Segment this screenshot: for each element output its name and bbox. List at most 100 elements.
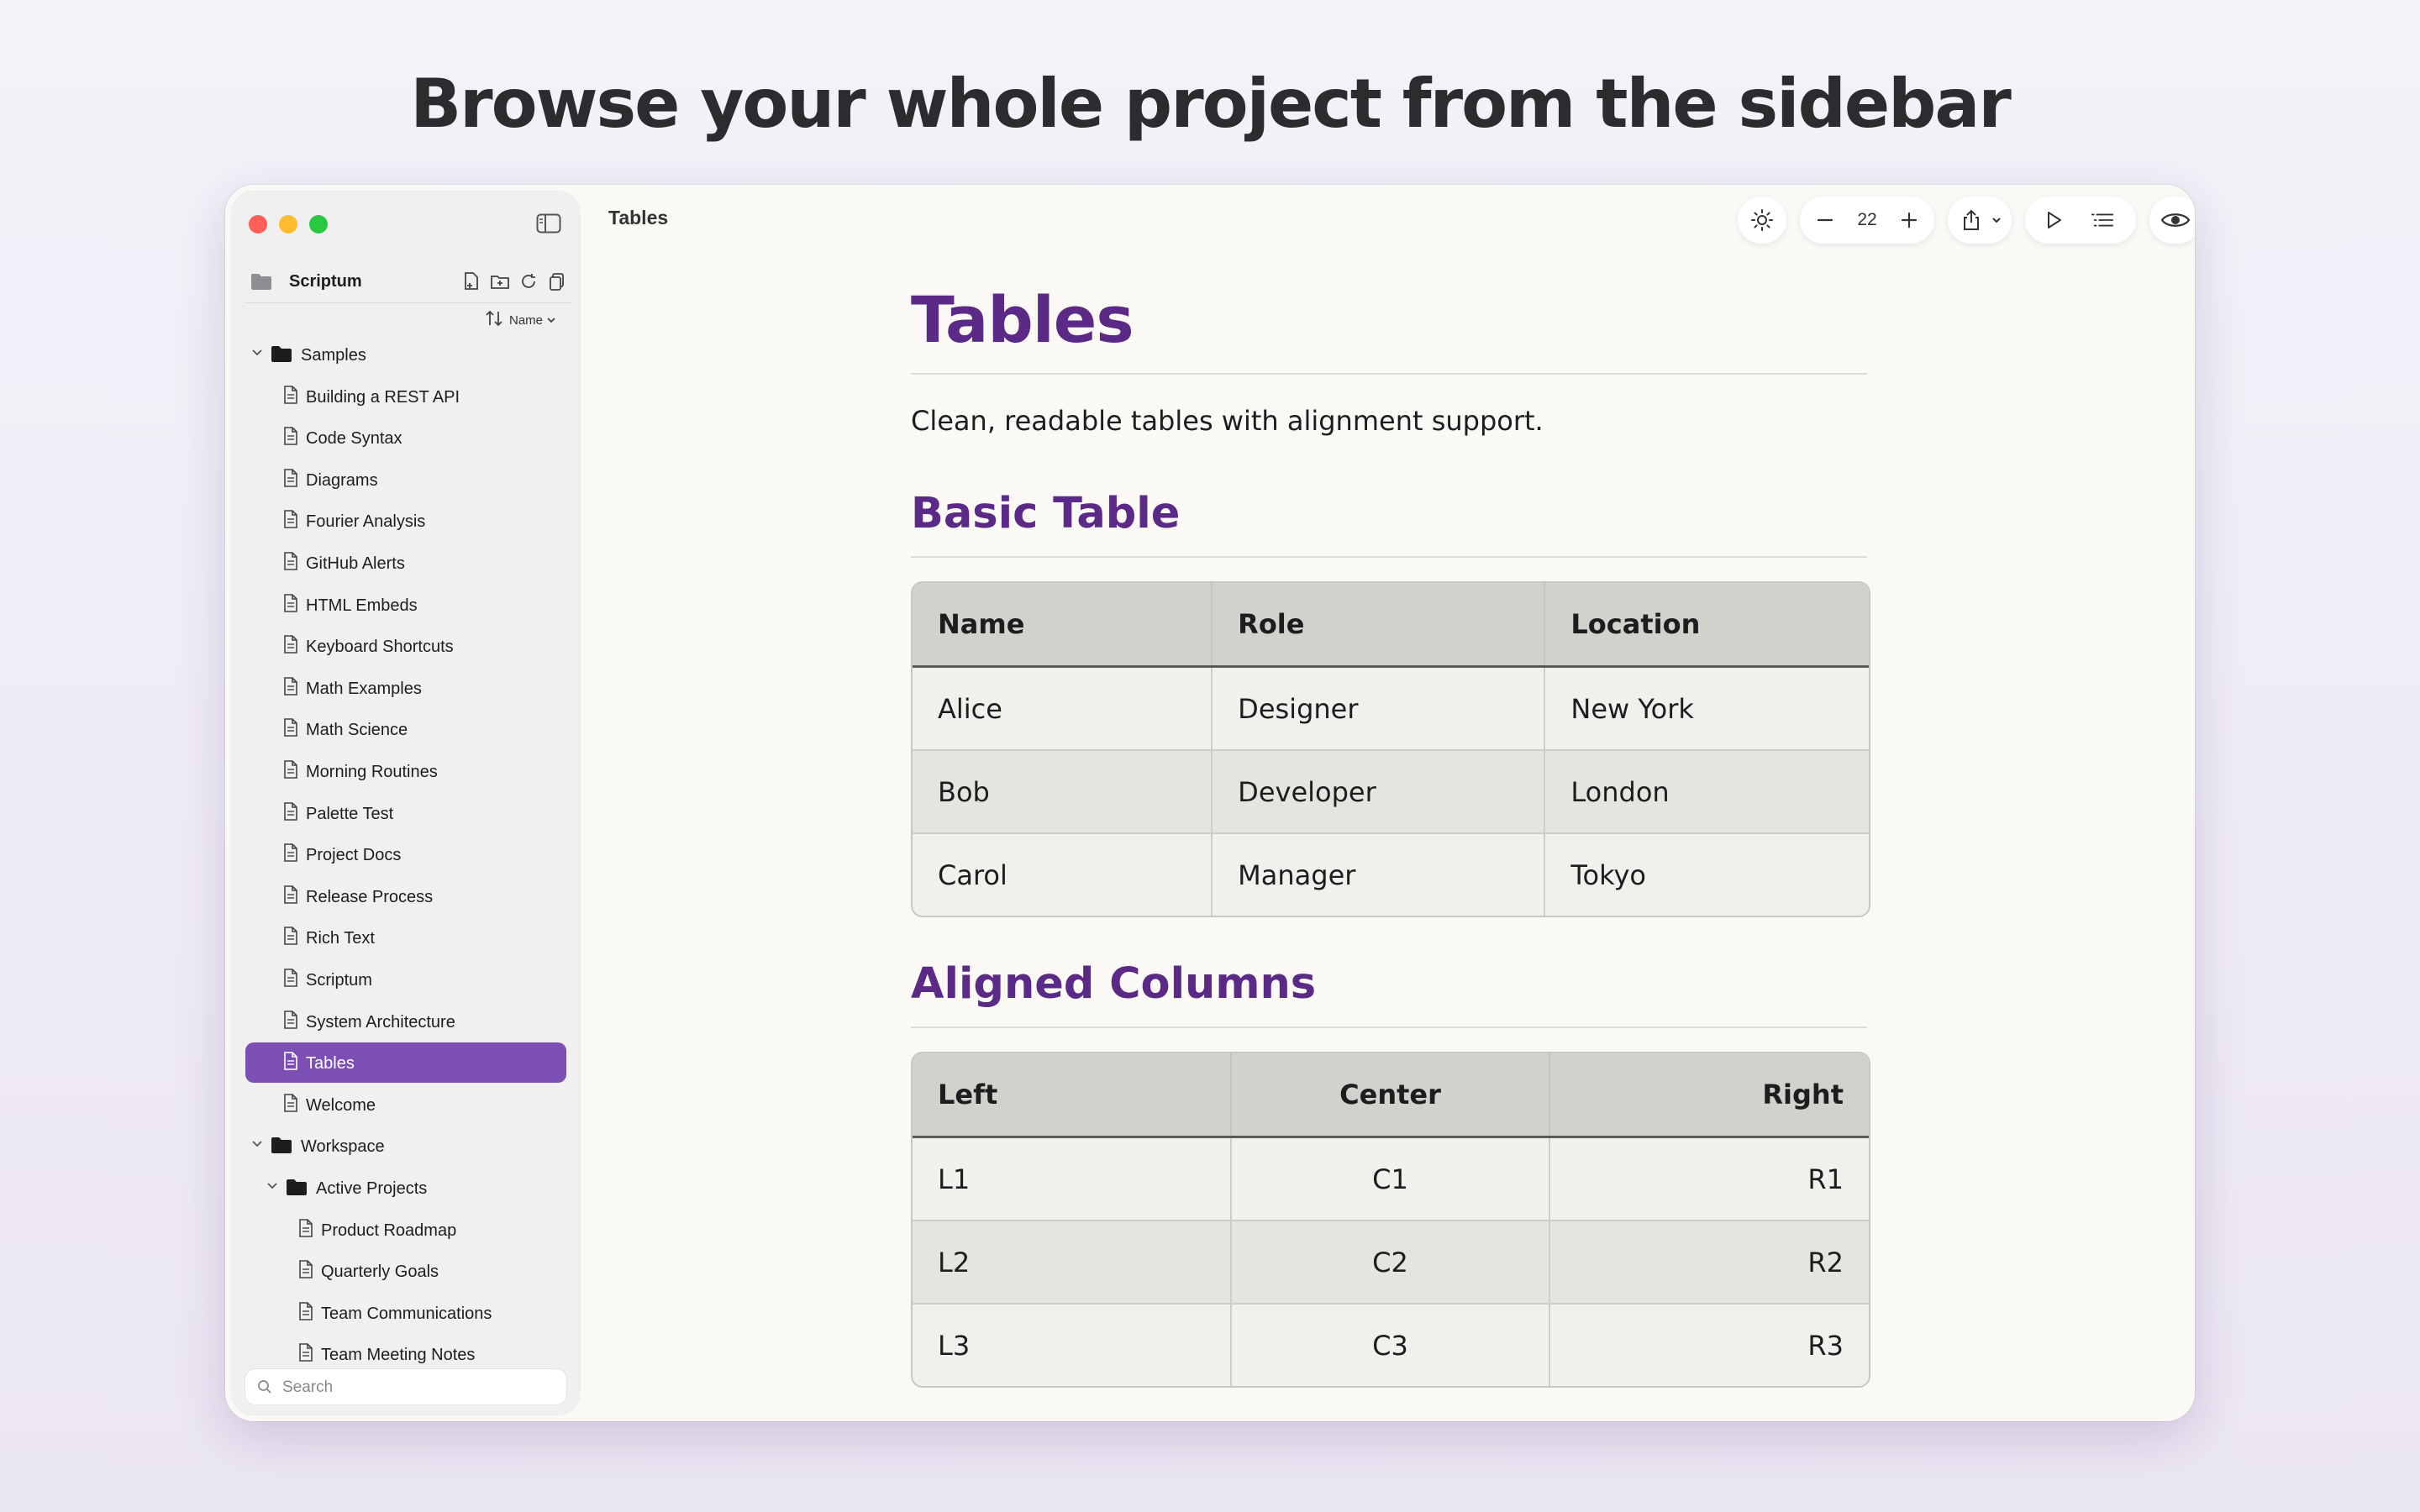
close-window-button[interactable]	[249, 215, 267, 234]
new-file-icon[interactable]	[460, 270, 482, 292]
plus-icon[interactable]	[1897, 208, 1921, 232]
tree-item-label: Code Syntax	[306, 429, 402, 449]
tree-item-label: Team Communications	[321, 1304, 492, 1323]
document-heading: Tables	[911, 282, 1134, 357]
document-icon	[297, 1301, 314, 1326]
tree-item-label: System Architecture	[306, 1012, 455, 1032]
tree-folder[interactable]: Workspace	[232, 1126, 580, 1166]
tree-file[interactable]: Keyboard Shortcuts	[232, 626, 580, 666]
tree-item-label: Welcome	[306, 1095, 376, 1115]
table-row: L2 C2 R2	[913, 1220, 1869, 1304]
tree-item-label: Active Projects	[316, 1179, 428, 1198]
table-row: L3 C3 R3	[913, 1303, 1869, 1386]
project-header[interactable]: Scriptum	[232, 265, 580, 299]
tree-file[interactable]: Product Roadmap	[232, 1210, 580, 1250]
sidebar-toggle-icon[interactable]	[536, 213, 561, 234]
table-cell: R2	[1549, 1220, 1869, 1304]
folder-icon	[286, 1178, 308, 1200]
tree-item-label: Tables	[306, 1054, 355, 1074]
table-cell: C2	[1230, 1220, 1551, 1304]
tree-file[interactable]: Release Process	[232, 876, 580, 916]
chevron-down-icon[interactable]	[266, 1179, 279, 1193]
table-grid: Left Center Right L1 C1 R1 L2 C2 R2 L3 C3 R3	[913, 1053, 1869, 1386]
tree-file[interactable]: Fourier Analysis	[232, 501, 580, 541]
section-rule	[911, 1026, 1867, 1028]
tree-file[interactable]: Math Science	[232, 709, 580, 749]
table-cell: C1	[1230, 1137, 1551, 1221]
search-input[interactable]	[281, 1374, 553, 1401]
tree-item-label: Fourier Analysis	[306, 512, 426, 532]
tree-file[interactable]: Quarterly Goals	[232, 1251, 580, 1291]
document-icon	[282, 509, 299, 533]
tree-file[interactable]: Welcome	[232, 1084, 580, 1125]
chevron-down-icon	[546, 313, 556, 328]
tree-file[interactable]: Morning Routines	[232, 751, 580, 791]
basic-table: Name Role Location Alice Designer New York Bob…	[911, 581, 1870, 917]
chevron-down-icon[interactable]	[250, 1137, 264, 1151]
tree-file[interactable]: Scriptum	[232, 959, 580, 1000]
tree-file[interactable]: Team Communications	[232, 1293, 580, 1333]
aligned-columns-table: Left Center Right L1 C1 R1 L2 C2 R2 L3 C3 R3	[911, 1052, 1870, 1388]
tree-file[interactable]: HTML Embeds	[232, 585, 580, 625]
preview-toggle-button[interactable]	[2149, 197, 2195, 244]
tree-item-label: Release Process	[306, 887, 434, 906]
zoom-window-button[interactable]	[309, 215, 328, 234]
column-header: Left	[913, 1053, 1232, 1138]
tree-folder[interactable]: Samples	[232, 334, 580, 375]
table-cell: Manager	[1212, 832, 1546, 916]
document-icon	[297, 1218, 314, 1242]
tree-item-label: Rich Text	[306, 929, 375, 948]
copy-icon[interactable]	[546, 270, 568, 292]
headline: Browse your whole project from the sideb…	[410, 65, 2012, 143]
theme-toggle-button[interactable]	[1738, 197, 1786, 244]
tree-file[interactable]: Tables	[232, 1042, 580, 1084]
column-header: Name	[913, 583, 1213, 668]
tree-file[interactable]: System Architecture	[232, 1001, 580, 1042]
chevron-down-icon[interactable]	[250, 346, 264, 360]
play-icon[interactable]	[2042, 208, 2065, 232]
intro-paragraph: Clean, readable tables with alignment su…	[911, 405, 1544, 437]
column-header: Role	[1212, 583, 1546, 668]
outline-icon[interactable]	[2091, 208, 2114, 232]
sun-icon	[1750, 208, 1774, 232]
refresh-icon[interactable]	[518, 270, 539, 292]
document-icon	[282, 968, 299, 992]
tree-folder[interactable]: Active Projects	[232, 1168, 580, 1208]
new-folder-icon[interactable]	[489, 270, 511, 292]
search-bar[interactable]	[245, 1369, 566, 1404]
minimize-window-button[interactable]	[279, 215, 297, 234]
document-icon	[282, 551, 299, 575]
share-menu-button[interactable]	[1948, 197, 2012, 244]
document-icon	[282, 385, 299, 409]
section-rule	[911, 556, 1867, 558]
document-icon	[282, 843, 299, 867]
tree-file[interactable]: Code Syntax	[232, 417, 580, 458]
document-icon	[297, 1342, 314, 1367]
table-cell: New York	[1544, 666, 1869, 750]
tree-file[interactable]: GitHub Alerts	[232, 543, 580, 583]
document-icon	[282, 593, 299, 617]
document-icon	[282, 885, 299, 909]
table-cell: London	[1544, 749, 1869, 833]
tree-file[interactable]: Building a REST API	[232, 376, 580, 417]
share-icon	[1960, 208, 1983, 232]
document-icon	[282, 1010, 299, 1034]
table-header-row: Left Center Right	[913, 1053, 1869, 1138]
tree-file[interactable]: Project Docs	[232, 834, 580, 874]
font-size-control: 22	[1800, 197, 1934, 244]
app-window: Scriptum Name Samples Building a REST API…	[225, 185, 2195, 1421]
table-row: Bob Developer London	[913, 749, 1869, 833]
sort-menu[interactable]: Name	[484, 307, 556, 333]
tree-file[interactable]: Palette Test	[232, 793, 580, 833]
document-icon	[282, 1093, 299, 1117]
document-icon	[282, 1051, 299, 1075]
tree-file[interactable]: Diagrams	[232, 459, 580, 500]
minus-icon[interactable]	[1813, 208, 1837, 232]
tree-file[interactable]: Rich Text	[232, 917, 580, 958]
column-header: Location	[1544, 583, 1869, 668]
tree-file[interactable]: Math Examples	[232, 668, 580, 708]
tree-item-label: Keyboard Shortcuts	[306, 638, 454, 657]
column-header: Center	[1230, 1053, 1551, 1138]
table-cell: C3	[1230, 1303, 1551, 1386]
document-icon	[282, 759, 299, 784]
